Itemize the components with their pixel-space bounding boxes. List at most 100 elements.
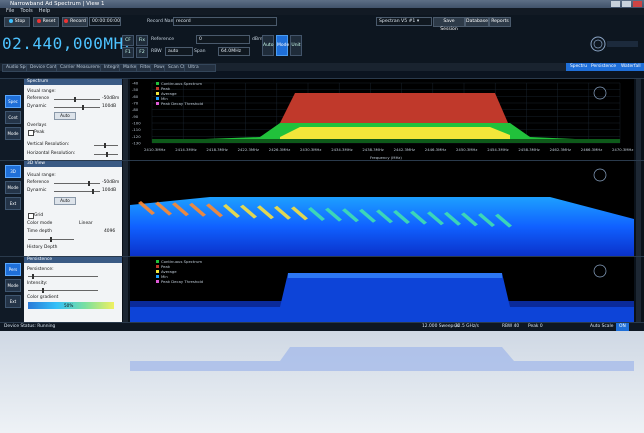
3d-mode-button[interactable]: 3D [5,165,21,178]
menu-file[interactable]: File [6,8,14,14]
y-tick-label: -120 [132,134,141,139]
time-depth-slider[interactable] [28,237,74,242]
persistence-controls: Persistence Persistence: Intensity: Colo… [24,257,122,323]
legend-swatch [156,275,159,278]
aaronia-watermark-icon-3 [593,264,607,278]
spectrum-auto-button[interactable]: Auto [54,112,76,120]
legend-swatch [156,280,159,283]
3d-plot[interactable] [130,161,634,257]
3d-controls: 3D View Visual range: Reference -50dBm D… [24,161,122,257]
y-tick-label: -80 [132,107,139,112]
legend-swatch [156,260,159,263]
record-button[interactable]: Record [62,17,88,27]
mode-f1-button[interactable]: F1 [122,47,134,58]
persistence-body [130,273,634,323]
pers-ext-button[interactable]: Ext [5,295,21,308]
3d-surface [130,197,634,257]
horizontal-resolution-slider[interactable] [94,152,118,157]
view-waterfall-button[interactable]: Waterfall [617,63,644,71]
mode-fix-button[interactable]: Fix [136,35,148,46]
3d-right-scrollbar[interactable] [636,161,641,257]
x-tick-label: 2450.3MHz [456,147,477,152]
legend-swatch [156,102,159,105]
color-gradient-bar[interactable]: 50% [28,302,114,309]
toolbar: Stop Reset Record 00:00:00:00 Record Nam… [0,15,644,63]
maximize-icon[interactable] [622,1,631,7]
auto-button[interactable]: Auto [262,35,274,56]
spectrum-controls: Spectrum Visual range: Reference -50dBm … [24,79,122,161]
reflection-spectrum [130,347,634,371]
unit-button[interactable]: Unit [290,35,302,56]
record-name-input[interactable]: record [173,17,277,26]
3d-ext-button[interactable]: Ext [5,197,21,210]
x-tick-label: 2446.3MHz [425,147,446,152]
legend-entry: Peak Decay Threshold [161,279,204,284]
pers-mode2-button[interactable]: Mode [5,279,21,292]
x-tick-label: 2414.3MHz [175,147,196,152]
rbw-label: RBW [151,49,162,54]
pers-mode-button[interactable]: Pers [5,263,21,276]
color-mode-select[interactable]: Linear [79,221,93,226]
3d-mode2-button[interactable]: Mode [5,181,21,194]
spectrum-scrollbar[interactable] [123,79,128,161]
mode-cf-button[interactable]: CF [122,35,134,46]
reset-button[interactable]: Reset [33,17,59,27]
scan-rate: 32.5 GHz/s [455,324,479,329]
reference-input[interactable]: 0 [196,35,250,44]
spectrum-panel: Spec Cont Mode Spectrum Visual range: Re… [0,78,644,161]
mode-button[interactable]: Mode [276,35,289,56]
spec-cont-button[interactable]: Cont [5,111,21,124]
x-tick-label: 2418.3MHz [206,147,227,152]
device-select[interactable]: Spectran V5 #1 ▾ [376,17,432,26]
x-tick-label: 2434.3MHz [331,147,352,152]
persistence-legend: Continuous SpectrumPeakAverageMinPeak De… [156,259,204,284]
chevron-down-icon: ▾ [416,19,420,24]
legend-swatch [156,97,159,100]
menu-tools[interactable]: Tools [20,8,32,14]
3d-reference-slider[interactable] [54,181,100,186]
menu-help[interactable]: Help [39,8,50,14]
center-frequency-display[interactable]: 02.440,000MHz [2,34,134,53]
reference-slider[interactable] [54,97,100,102]
database-button[interactable]: Database [465,17,489,27]
rbw-input[interactable]: auto [165,47,193,56]
persistence-head: Persistence [24,257,122,263]
persistence-scrollbar[interactable] [123,257,128,323]
close-icon[interactable] [633,1,642,7]
vertical-resolution-slider[interactable] [94,143,118,148]
persistence-plot[interactable]: Continuous SpectrumPeakAverageMinPeak De… [130,257,634,323]
minimize-icon[interactable] [611,1,620,7]
3d-auto-button[interactable]: Auto [54,197,76,205]
stop-button[interactable]: Stop [4,17,30,27]
intensity-slider[interactable] [28,288,98,293]
menu-bar: File Tools Help [0,8,644,15]
spec-mode2-button[interactable]: Mode [5,127,21,140]
tab-row: Audio Spec Device Config Carrier Measure… [0,63,644,72]
window-title: Narrowband Ad Spectrum | View 1 [10,1,105,7]
3d-dynamic-slider[interactable] [54,189,100,194]
persistence-side-toolbar: Pers Mode Ext [0,257,25,323]
persistence-right-scrollbar[interactable] [636,257,641,323]
span-label: Span [194,49,206,54]
legend-swatch [156,87,159,90]
peak-status: Peak 0 [528,324,543,329]
spec-mode-button[interactable]: Spec [5,95,21,108]
legend-swatch [156,270,159,273]
3d-scrollbar[interactable] [123,161,128,257]
y-tick-label: -40 [132,81,139,86]
view-persistence-button[interactable]: Persistence [587,63,621,71]
reports-button[interactable]: Reports [489,17,511,27]
spectrum-plot[interactable]: -40-50 -60 -70-80 -90 -100-110 -120 -130 2410.… [130,79,634,161]
dynamic-slider[interactable] [54,105,100,110]
persistence-slider[interactable] [28,274,98,279]
auto-scale-label: Auto Scale [590,324,614,329]
span-input[interactable]: 64.0MHz [218,47,250,56]
spectrum-right-scrollbar[interactable] [636,79,641,161]
tab-ultra[interactable]: Ultra [184,64,216,72]
aaronia-watermark-icon [593,86,607,100]
mode-f2-button[interactable]: F2 [136,47,148,58]
aaronia-watermark-icon-2 [593,168,607,182]
x-tick-label: 2430.3MHz [300,147,321,152]
auto-scale-toggle[interactable]: ON [616,323,629,331]
save-session-button[interactable]: Save Session [433,17,465,32]
